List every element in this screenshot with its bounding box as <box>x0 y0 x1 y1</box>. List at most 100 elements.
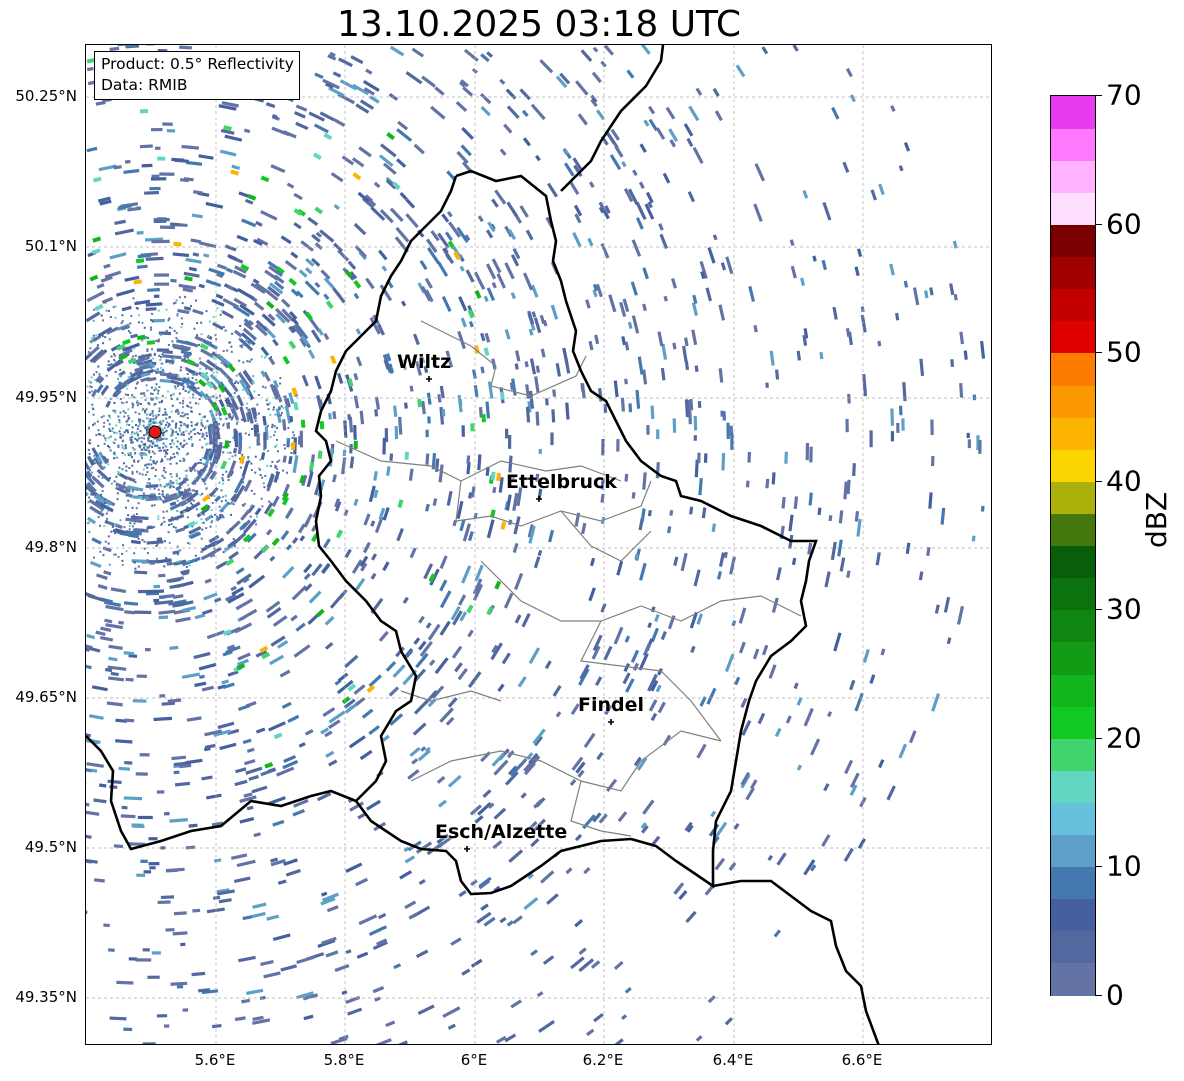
radar-echo <box>178 427 181 430</box>
radar-echo <box>218 398 225 408</box>
radar-echo <box>170 278 177 283</box>
radar-echo <box>614 145 624 158</box>
radar-echo <box>461 127 474 140</box>
radar-echo <box>243 479 253 492</box>
radar-echo <box>934 604 940 614</box>
radar-echo <box>588 181 595 188</box>
radar-echo <box>424 503 430 512</box>
radar-echo <box>104 439 107 442</box>
radar-echo <box>195 508 198 511</box>
radar-echo <box>830 541 837 561</box>
radar-echo <box>177 494 180 497</box>
radar-echo <box>643 119 650 127</box>
radar-echo <box>680 552 688 572</box>
radar-echo <box>733 822 740 830</box>
radar-echo <box>169 645 179 650</box>
radar-echo <box>131 355 134 358</box>
radar-echo <box>120 444 123 447</box>
radar-echo <box>162 433 165 436</box>
radar-echo <box>264 386 267 389</box>
radar-echo <box>198 398 201 401</box>
radar-echo <box>712 87 720 97</box>
radar-echo <box>167 424 170 427</box>
radar-echo <box>201 492 204 495</box>
radar-echo <box>150 127 163 132</box>
radar-echo <box>175 332 178 335</box>
radar-echo <box>196 422 199 425</box>
radar-echo <box>242 481 245 484</box>
radar-echo <box>150 377 153 380</box>
radar-echo <box>978 440 982 454</box>
radar-echo <box>638 181 645 189</box>
radar-echo <box>232 436 235 439</box>
radar-echo <box>555 362 562 377</box>
radar-echo <box>846 570 851 578</box>
radar-echo <box>163 431 166 434</box>
radar-echo <box>404 900 417 910</box>
colorbar-tick <box>1096 95 1102 96</box>
radar-echo <box>99 550 102 553</box>
radar-echo <box>857 838 866 850</box>
radar-echo <box>359 410 365 425</box>
radar-echo <box>126 530 129 533</box>
radar-echo <box>218 516 221 519</box>
radar-echo <box>355 328 362 335</box>
radar-echo <box>110 363 113 366</box>
radar-echo <box>510 999 522 1009</box>
radar-echo <box>141 473 144 476</box>
radar-echo <box>265 399 268 402</box>
radar-echo <box>123 601 139 606</box>
radar-echo <box>260 960 274 967</box>
radar-echo <box>173 357 176 360</box>
radar-echo <box>183 414 186 417</box>
radar-echo <box>373 471 378 481</box>
radar-echo <box>437 261 449 277</box>
radar-echo <box>86 146 98 153</box>
radar-echo <box>170 327 173 330</box>
radar-echo <box>162 469 165 472</box>
radar-echo <box>550 432 554 446</box>
radar-echo <box>503 123 513 134</box>
radar-echo <box>461 425 465 437</box>
radar-echo <box>90 386 93 389</box>
radar-echo <box>725 256 734 275</box>
radar-echo <box>195 521 198 524</box>
radar-echo <box>263 448 266 451</box>
radar-echo <box>108 644 123 650</box>
radar-echo <box>306 471 314 488</box>
radar-echo <box>220 500 223 503</box>
radar-echo <box>325 950 339 958</box>
radar-echo <box>253 408 256 411</box>
radar-echo <box>547 182 558 198</box>
radar-echo <box>647 510 652 517</box>
radar-echo <box>158 386 161 388</box>
radar-echo <box>123 415 126 418</box>
radar-echo <box>102 554 105 557</box>
radar-echo <box>125 550 128 553</box>
radar-echo <box>332 287 341 297</box>
radar-echo <box>175 479 178 482</box>
colorbar-segment <box>1051 545 1095 579</box>
radar-echo <box>213 357 216 360</box>
radar-echo <box>635 389 641 409</box>
radar-echo <box>123 431 126 434</box>
radar-echo <box>123 796 143 801</box>
radar-echo <box>211 1024 222 1029</box>
radar-echo <box>171 420 174 423</box>
radar-echo <box>146 471 149 474</box>
radar-echo <box>246 360 249 363</box>
radar-map[interactable] <box>85 44 992 1045</box>
radar-echo <box>96 420 99 423</box>
radar-echo <box>242 388 245 391</box>
radar-echo <box>200 421 203 424</box>
radar-echo <box>181 383 184 385</box>
radar-echo <box>191 377 194 380</box>
radar-echo <box>650 712 658 722</box>
radar-echo <box>314 375 322 390</box>
radar-echo <box>266 914 280 921</box>
radar-echo <box>129 452 132 455</box>
radar-echo <box>140 488 143 491</box>
radar-echo <box>97 511 100 514</box>
radar-echo <box>184 488 187 491</box>
radar-echo <box>292 431 294 434</box>
